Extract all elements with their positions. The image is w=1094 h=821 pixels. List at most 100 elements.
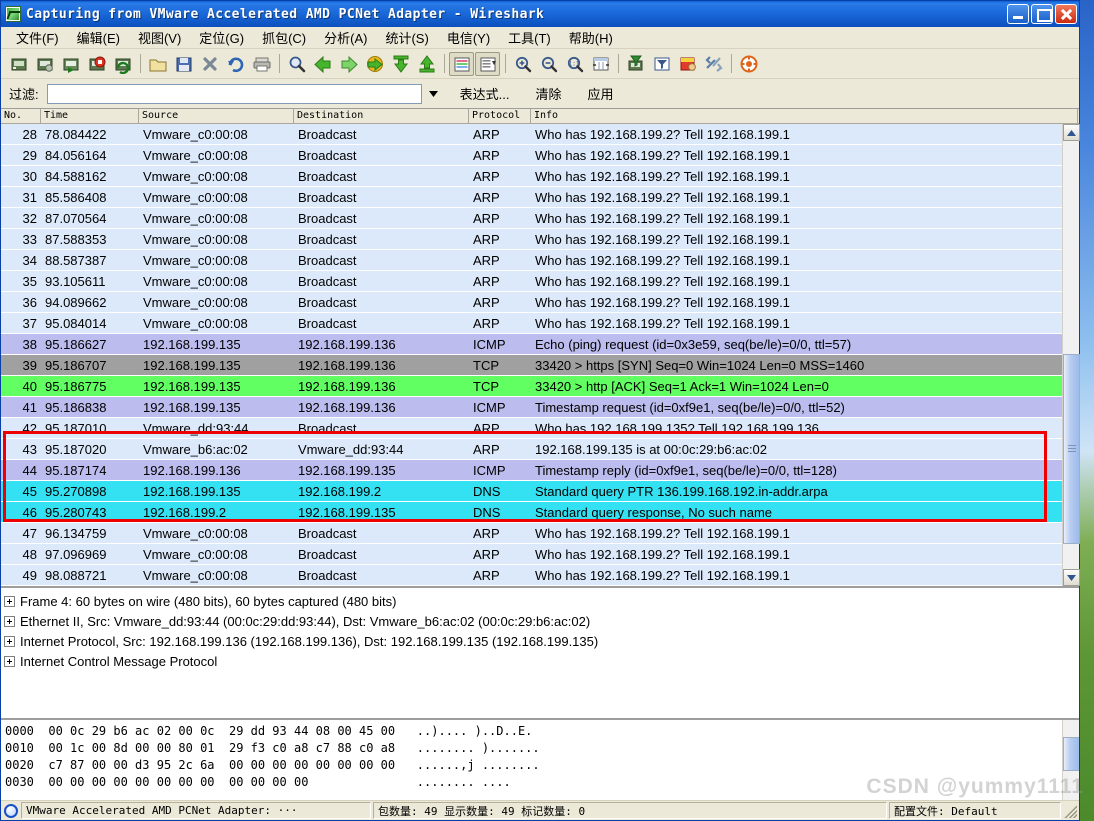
stop-capture-icon[interactable] [84, 52, 109, 76]
preferences-icon[interactable] [701, 52, 726, 76]
find-packet-icon[interactable] [284, 52, 309, 76]
scrollbar-thumb[interactable] [1063, 354, 1080, 544]
packet-row[interactable]: 41 95.186838 192.168.199.135 192.168.199.13… [1, 397, 1079, 418]
zoom-out-icon[interactable] [536, 52, 561, 76]
packet-row[interactable]: 42 95.187010 Vmware_dd:93:44 Broadcast ARP Wh… [1, 418, 1079, 439]
detail-tree-row[interactable]: Ethernet II, Src: Vmware_dd:93:44 (00:0c… [4, 611, 1079, 631]
reload-icon[interactable] [223, 52, 248, 76]
go-forward-icon[interactable] [336, 52, 361, 76]
packet-list-scrollbar[interactable] [1062, 124, 1080, 586]
capture-filters-icon[interactable] [623, 52, 648, 76]
packet-cell-no: 29 [22, 147, 37, 163]
packet-cell-no: 32 [22, 210, 37, 226]
detail-tree-row[interactable]: Internet Protocol, Src: 192.168.199.136 … [4, 631, 1079, 651]
close-file-icon[interactable] [197, 52, 222, 76]
menu-view[interactable]: 视图(V) [129, 26, 190, 49]
menu-tools[interactable]: 工具(T) [499, 26, 560, 49]
expand-icon[interactable] [4, 595, 15, 607]
expression-button[interactable]: 表达式... [450, 82, 520, 105]
clear-filter-button[interactable]: 清除 [525, 82, 571, 105]
hex-pane-scrollbar[interactable] [1062, 720, 1079, 800]
packet-row[interactable]: 49 98.088721 Vmware_c0:00:08 Broadcast ARP Wh… [1, 565, 1079, 586]
filter-input[interactable] [46, 83, 422, 104]
menu-analyze[interactable]: 分析(A) [315, 26, 376, 49]
menu-telephony[interactable]: 电信(Y) [438, 26, 499, 49]
apply-filter-button[interactable]: 应用 [577, 82, 623, 105]
packet-cell-time: 95.270898 [45, 483, 107, 499]
packet-row[interactable]: 28 78.084422 Vmware_c0:00:08 Broadcast ARP Wh… [1, 124, 1079, 145]
column-header-destination[interactable]: Destination [294, 109, 469, 123]
menu-go[interactable]: 定位(G) [190, 26, 253, 49]
go-last-packet-icon[interactable] [414, 52, 439, 76]
column-header-no[interactable]: No. [1, 109, 41, 123]
packet-cell-destination: Broadcast [298, 567, 357, 583]
open-file-icon[interactable] [145, 52, 170, 76]
restart-capture-icon[interactable] [110, 52, 135, 76]
expand-icon[interactable] [4, 615, 15, 627]
packet-row[interactable]: 29 84.056164 Vmware_c0:00:08 Broadcast ARP Wh… [1, 145, 1079, 166]
packet-row[interactable]: 32 87.070564 Vmware_c0:00:08 Broadcast ARP Wh… [1, 208, 1079, 229]
menu-file[interactable]: 文件(F) [7, 26, 68, 49]
help-icon[interactable] [736, 52, 761, 76]
packet-row[interactable]: 39 95.186707 192.168.199.135 192.168.199.13… [1, 355, 1079, 376]
packet-row[interactable]: 34 88.587387 Vmware_c0:00:08 Broadcast ARP Wh… [1, 250, 1079, 271]
column-header-protocol[interactable]: Protocol [469, 109, 531, 123]
go-to-packet-icon[interactable] [362, 52, 387, 76]
chevron-up-icon[interactable] [1063, 124, 1080, 141]
interfaces-icon[interactable] [6, 52, 31, 76]
go-first-packet-icon[interactable] [388, 52, 413, 76]
detail-tree-row[interactable]: Internet Control Message Protocol [4, 651, 1079, 671]
chevron-down-icon[interactable] [1063, 569, 1080, 586]
chevron-down-icon[interactable] [424, 84, 444, 104]
packet-row[interactable]: 45 95.270898 192.168.199.135 192.168.199.2 D… [1, 481, 1079, 502]
packet-cell-protocol: ARP [473, 252, 500, 268]
detail-tree-row[interactable]: Frame 4: 60 bytes on wire (480 bits), 60… [4, 591, 1079, 611]
packet-details-pane[interactable]: Frame 4: 60 bytes on wire (480 bits), 60… [1, 588, 1079, 718]
packet-row[interactable]: 37 95.084014 Vmware_c0:00:08 Broadcast ARP Wh… [1, 313, 1079, 334]
resize-grip[interactable] [1063, 803, 1077, 818]
packet-row[interactable]: 48 97.096969 Vmware_c0:00:08 Broadcast ARP Wh… [1, 544, 1079, 565]
menu-capture[interactable]: 抓包(C) [253, 26, 315, 49]
packet-cell-time: 97.096969 [45, 546, 107, 562]
menu-statistics[interactable]: 统计(S) [376, 26, 437, 49]
coloring-rules-icon[interactable] [675, 52, 700, 76]
packet-row[interactable]: 46 95.280743 192.168.199.2 192.168.199.135 D… [1, 502, 1079, 523]
packet-row[interactable]: 47 96.134759 Vmware_c0:00:08 Broadcast ARP Wh… [1, 523, 1079, 544]
packet-row[interactable]: 43 95.187020 Vmware_b6:ac:02 Vmware_dd:93:4… [1, 439, 1079, 460]
zoom-reset-icon[interactable]: 1:1 [562, 52, 587, 76]
packet-row[interactable]: 35 93.105611 Vmware_c0:00:08 Broadcast ARP Wh… [1, 271, 1079, 292]
packet-row[interactable]: 30 84.588162 Vmware_c0:00:08 Broadcast ARP Wh… [1, 166, 1079, 187]
colorize-icon[interactable] [449, 51, 474, 76]
close-button[interactable] [1055, 4, 1077, 24]
packet-row[interactable]: 40 95.186775 192.168.199.135 192.168.199.13… [1, 376, 1079, 397]
packet-row[interactable]: 44 95.187174 192.168.199.136 192.168.199.13… [1, 460, 1079, 481]
minimize-button[interactable] [1007, 4, 1029, 24]
column-header-source[interactable]: Source [139, 109, 294, 123]
menu-edit[interactable]: 编辑(E) [68, 26, 129, 49]
go-back-icon[interactable] [310, 52, 335, 76]
packet-row[interactable]: 31 85.586408 Vmware_c0:00:08 Broadcast ARP Wh… [1, 187, 1079, 208]
resize-columns-icon[interactable] [588, 52, 613, 76]
column-header-time[interactable]: Time [41, 109, 139, 123]
maximize-button[interactable] [1031, 4, 1053, 24]
expand-icon[interactable] [4, 655, 15, 667]
packet-row[interactable]: 36 94.089662 Vmware_c0:00:08 Broadcast ARP Wh… [1, 292, 1079, 313]
capture-options-icon[interactable] [32, 52, 57, 76]
packet-cell-no: 43 [22, 441, 37, 457]
display-filters-icon[interactable] [649, 52, 674, 76]
save-file-icon[interactable] [171, 52, 196, 76]
packet-row[interactable]: 33 87.588353 Vmware_c0:00:08 Broadcast ARP Wh… [1, 229, 1079, 250]
expand-icon[interactable] [4, 635, 15, 647]
column-header-info[interactable]: Info [531, 109, 1078, 123]
packet-list-rows[interactable]: 28 78.084422 Vmware_c0:00:08 Broadcast ARP Wh… [1, 124, 1079, 586]
scrollbar-thumb[interactable] [1063, 737, 1079, 771]
zoom-in-icon[interactable] [510, 52, 535, 76]
toolbar-separator [444, 54, 445, 73]
packet-row[interactable]: 38 95.186627 192.168.199.135 192.168.199.13… [1, 334, 1079, 355]
start-capture-icon[interactable] [58, 52, 83, 76]
auto-scroll-icon[interactable] [475, 51, 500, 76]
packet-cell-protocol: ARP [473, 126, 500, 142]
print-icon[interactable] [249, 52, 274, 76]
packet-bytes-pane[interactable]: 0000 00 0c 29 b6 ac 02 00 0c 29 dd 93 44… [1, 718, 1079, 800]
menu-help[interactable]: 帮助(H) [560, 26, 622, 49]
